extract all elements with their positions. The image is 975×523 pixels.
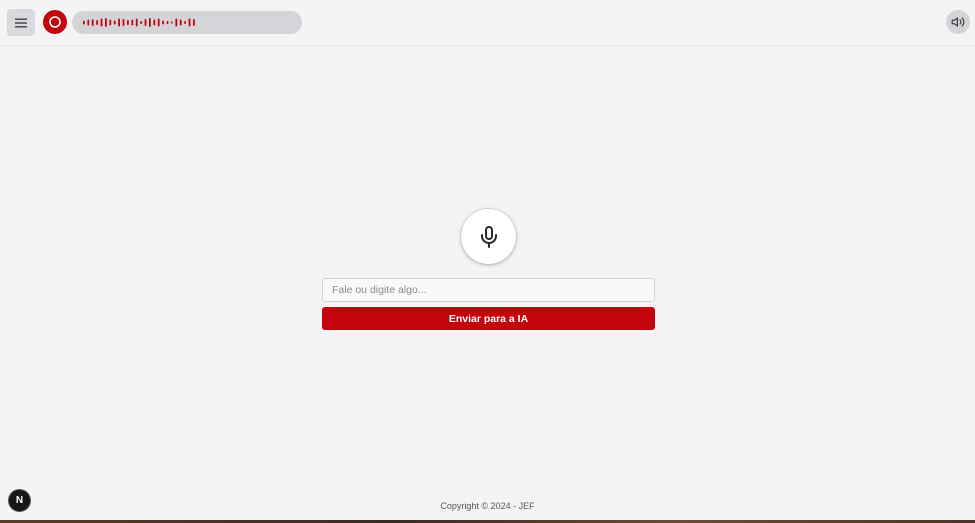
waveform-bar	[171, 21, 173, 24]
waveform-bar	[175, 18, 178, 27]
waveform-bar	[100, 18, 103, 27]
waveform-bar	[179, 19, 182, 26]
waveform-bar	[153, 19, 156, 26]
speaker-button[interactable]	[946, 10, 970, 34]
waveform-bar	[118, 18, 120, 27]
send-to-ai-button[interactable]: Enviar para a IA	[322, 307, 655, 330]
waveform-bar	[135, 18, 138, 27]
waveform-bar	[83, 20, 85, 25]
prompt-input[interactable]	[322, 278, 655, 302]
menu-button[interactable]	[7, 9, 35, 36]
waveform-bar	[96, 20, 98, 25]
waveform-bar	[131, 19, 134, 26]
waveform-bar	[166, 21, 169, 24]
waveform-bar	[184, 21, 186, 24]
waveform-bar	[122, 19, 125, 26]
record-icon	[49, 16, 61, 28]
waveform-bars	[83, 18, 195, 27]
waveform-bar	[113, 20, 116, 25]
waveform-bar	[162, 20, 164, 25]
waveform-bar	[105, 18, 107, 27]
waveform-bar	[193, 19, 195, 26]
record-button[interactable]	[43, 10, 67, 34]
waveform-bar	[144, 19, 147, 26]
waveform-bar	[157, 18, 160, 27]
waveform-bar	[109, 19, 112, 26]
speaker-volume-icon	[951, 17, 965, 27]
waveform-bar	[127, 20, 129, 25]
hamburger-icon	[15, 18, 27, 27]
waveform-bar	[149, 18, 151, 27]
footer-copyright: Copyright © 2024 - JEF	[440, 501, 535, 511]
waveform-bar	[91, 19, 94, 26]
top-bar	[0, 0, 975, 46]
microphone-button[interactable]	[461, 209, 516, 264]
waveform-bar	[87, 19, 90, 26]
audio-waveform	[72, 11, 302, 34]
waveform-bar	[188, 18, 191, 27]
waveform-bar	[140, 21, 142, 24]
microphone-icon	[480, 225, 497, 248]
